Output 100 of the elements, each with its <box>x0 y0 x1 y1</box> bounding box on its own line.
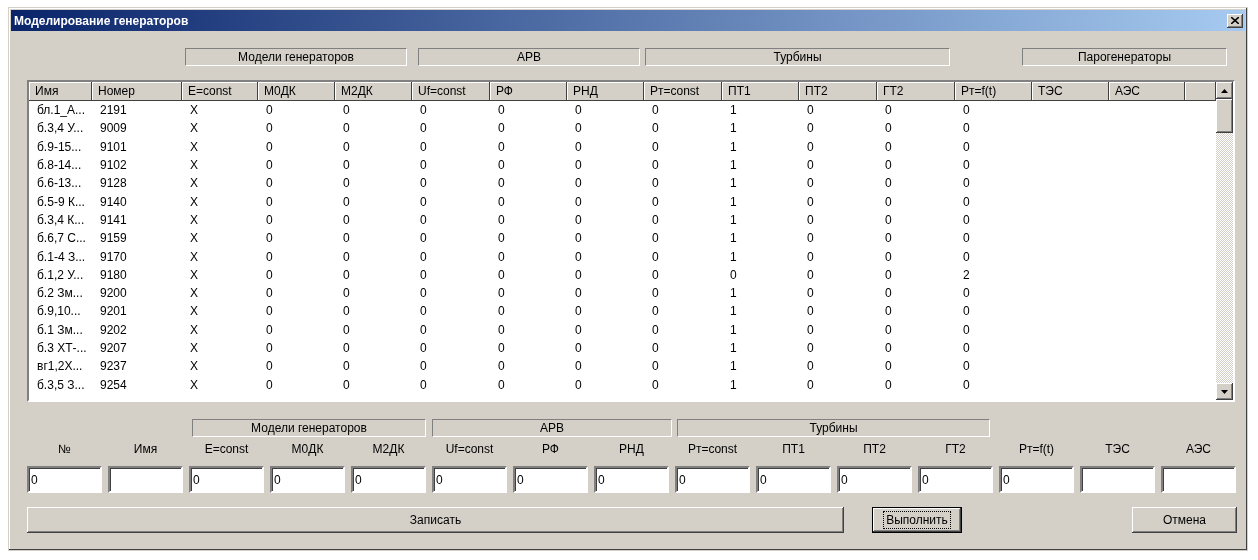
column-header[interactable]: ПТ2 <box>799 82 877 101</box>
table-cell-text: 0 <box>419 377 428 392</box>
table-cell-text: 0 <box>806 194 815 209</box>
column-header[interactable]: РФ <box>490 82 567 101</box>
column-header[interactable]: М0ДК <box>258 82 335 101</box>
table-cell-text: 1 <box>729 359 738 374</box>
group-label: Модели генераторов <box>185 48 407 66</box>
input-field[interactable]: 0 <box>270 466 345 493</box>
dialog-button[interactable]: Отмена <box>1132 507 1237 533</box>
table-cell-text: 0 <box>419 176 428 191</box>
scroll-up-button[interactable] <box>1216 82 1233 99</box>
input-field[interactable]: 0 <box>27 466 102 493</box>
table-cell-text: 0 <box>342 377 351 392</box>
field-label: М2ДК <box>372 442 405 458</box>
table-cell-text: 0 <box>497 121 506 136</box>
table-cell-text: 0 <box>651 267 660 282</box>
table-cell-text: 0 <box>806 304 815 319</box>
column-header[interactable]: ГТ2 <box>877 82 955 101</box>
input-field[interactable]: 0 <box>594 466 669 493</box>
close-button[interactable] <box>1227 13 1243 28</box>
input-field[interactable]: 0 <box>675 466 750 493</box>
input-field[interactable]: 0 <box>432 466 507 493</box>
input-field[interactable]: 0 <box>513 466 588 493</box>
dialog-button[interactable]: Записать <box>27 507 844 533</box>
input-field[interactable]: 0 <box>999 466 1074 493</box>
table-cell-text: 0 <box>419 194 428 209</box>
column-header[interactable]: E=const <box>182 82 258 101</box>
field-label: Рт=f(t) <box>1018 442 1055 458</box>
field-label: РФ <box>542 442 559 458</box>
table-cell-text: 0 <box>342 176 351 191</box>
table-cell-text: 0 <box>497 212 506 227</box>
table-cell-text: 2 <box>962 267 971 282</box>
table-cell-text: 0 <box>419 359 428 374</box>
input-field[interactable]: 0 <box>837 466 912 493</box>
group-label: Модели генераторов <box>192 419 426 437</box>
table-cell-text: 1 <box>729 103 738 118</box>
table-cell-text: 0 <box>497 249 506 264</box>
table-cell-text: X <box>189 121 199 136</box>
table-cell-text: 0 <box>574 176 583 191</box>
table-cell-text: 0 <box>962 341 971 355</box>
table-cell-text: 0 <box>962 249 971 264</box>
table-cell-text: 0 <box>884 377 893 392</box>
column-header[interactable]: АЭС <box>1109 82 1185 101</box>
table-cell-text: 9207 <box>99 341 128 355</box>
column-header[interactable]: ПТ1 <box>722 82 799 101</box>
table-cell-text: 9254 <box>99 377 128 392</box>
table-cell-text: X <box>189 249 199 264</box>
column-header[interactable]: ТЭС <box>1032 82 1109 101</box>
scroll-thumb[interactable] <box>1216 99 1233 133</box>
column-header[interactable]: РНД <box>567 82 644 101</box>
table-cell-text: 0 <box>342 322 351 337</box>
input-field[interactable] <box>1161 466 1236 493</box>
table-cell-text: 0 <box>806 231 815 246</box>
table-cell-text: 0 <box>574 304 583 319</box>
group-label: АРВ <box>432 419 672 437</box>
table-cell-text: 9141 <box>99 212 128 227</box>
table-cell-text: 0 <box>419 341 428 355</box>
table-cell-text: 0 <box>884 359 893 374</box>
table-cell-text: 0 <box>651 139 660 154</box>
input-field[interactable] <box>1080 466 1155 493</box>
table-cell-text: вг1,2Х... <box>36 359 84 374</box>
table-cell-text: 0 <box>265 249 274 264</box>
column-header[interactable]: Рт=const <box>644 82 722 101</box>
table-cell-text: 0 <box>342 103 351 118</box>
table-cell-text: 0 <box>962 231 971 246</box>
dialog-button[interactable]: Выполнить <box>872 507 962 533</box>
table-cell-text: б.1 Зм... <box>36 322 84 337</box>
table-cell-text: 0 <box>497 267 506 282</box>
table-cell-text: б.1,2 У... <box>36 267 85 282</box>
table-cell-text: X <box>189 194 199 209</box>
group-label: АРВ <box>418 48 640 66</box>
table-cell-text: б.9,10... <box>36 304 82 319</box>
table-cell-text: 9200 <box>99 286 128 301</box>
input-field[interactable]: 0 <box>756 466 831 493</box>
table-cell-text: 0 <box>574 194 583 209</box>
table-cell-text: 0 <box>962 212 971 227</box>
table-cell-text: X <box>189 267 199 282</box>
scroll-down-button[interactable] <box>1216 383 1233 400</box>
input-field[interactable]: 0 <box>189 466 264 493</box>
table-cell-text: 1 <box>729 322 738 337</box>
vertical-scrollbar[interactable] <box>1216 82 1233 400</box>
table-cell-text: 0 <box>265 359 274 374</box>
group-label: Турбины <box>677 419 990 437</box>
table-cell-text: 0 <box>419 267 428 282</box>
input-field[interactable] <box>108 466 183 493</box>
table-cell-text: 0 <box>497 322 506 337</box>
table-cell-text: 0 <box>651 121 660 136</box>
table-cell-text: 9009 <box>99 121 128 136</box>
column-header[interactable]: Имя <box>29 82 92 101</box>
column-header[interactable]: Uf=const <box>412 82 490 101</box>
column-header[interactable]: М2ДК <box>335 82 412 101</box>
table-cell-text: 0 <box>265 103 274 118</box>
table-cell-text: 1 <box>729 139 738 154</box>
input-field[interactable]: 0 <box>918 466 993 493</box>
table-cell-text: 0 <box>574 267 583 282</box>
column-header[interactable]: Рт=f(t) <box>955 82 1032 101</box>
input-field[interactable]: 0 <box>351 466 426 493</box>
table-cell-text: 0 <box>497 341 506 355</box>
column-header[interactable]: Номер <box>92 82 182 101</box>
table-cell-text: 0 <box>574 341 583 355</box>
